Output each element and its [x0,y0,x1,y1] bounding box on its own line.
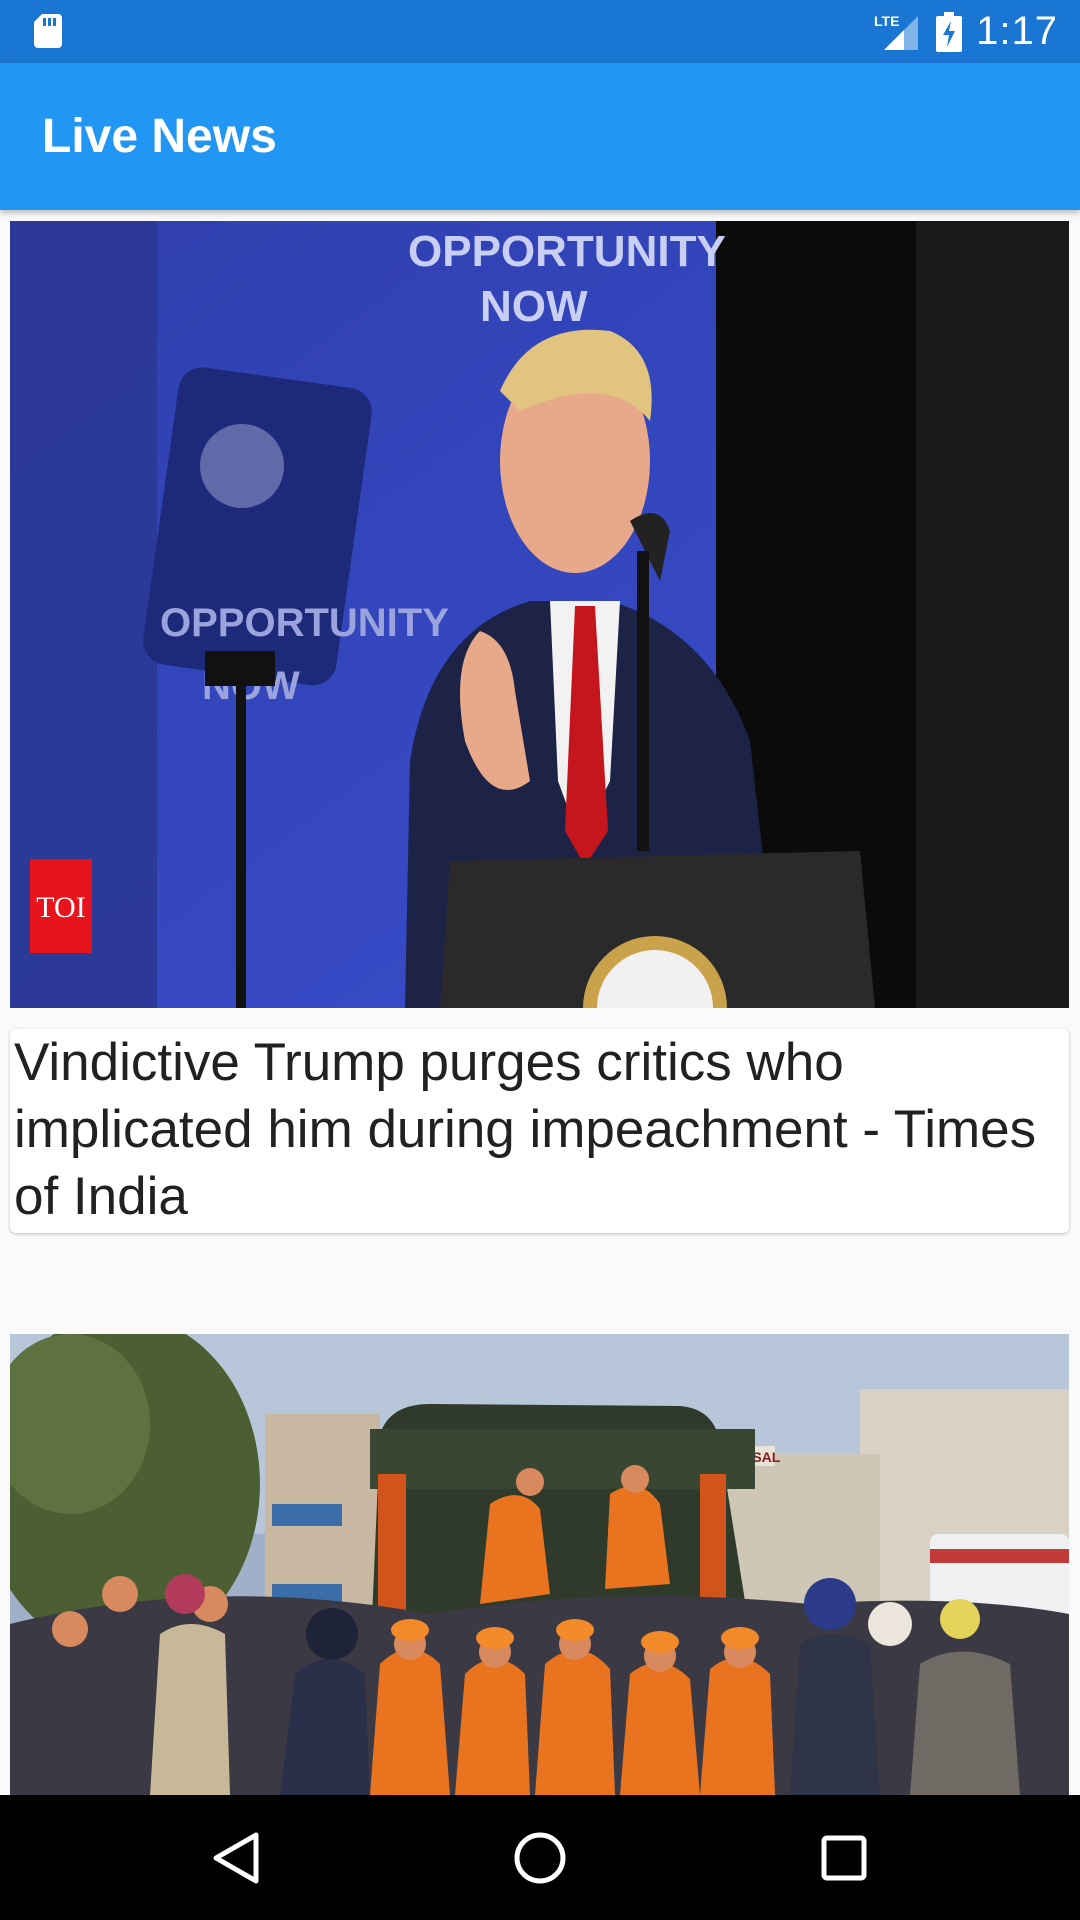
back-icon [213,1832,259,1883]
navigation-bar [0,1795,1080,1920]
home-icon [514,1832,566,1883]
status-bar: LTE 1:17 [0,0,1080,63]
news-feed[interactable]: OPPORTUNITY NOW OPPORTUNITY NOW TOI Vind… [0,210,1080,1795]
backdrop-text: OPPORTUNITY [160,601,449,645]
backdrop-text: OPPORTUNITY [408,227,726,276]
back-button[interactable] [176,1795,296,1920]
app-bar: Live News [0,63,1080,210]
sd-card-icon [34,14,62,48]
backdrop-text: NOW [480,282,588,331]
recents-icon [821,1835,867,1880]
page-title: Live News [42,110,277,163]
signal-icon: LTE [874,13,919,50]
home-button[interactable] [480,1795,600,1920]
network-type-label: LTE [874,13,899,29]
article-title-card[interactable]: Vindictive Trump purges critics who impl… [10,1029,1069,1233]
recents-button[interactable] [784,1795,904,1920]
article-title: Vindictive Trump purges critics who impl… [14,1033,1037,1226]
source-badge-label: TOI [36,891,85,924]
battery-charging-icon [936,11,963,52]
clock: 1:17 [976,9,1058,53]
article-image[interactable]: OPPORTUNITY NOW OPPORTUNITY NOW TOI [10,221,1069,1008]
article-image[interactable]: BANSAL [10,1334,1069,1795]
